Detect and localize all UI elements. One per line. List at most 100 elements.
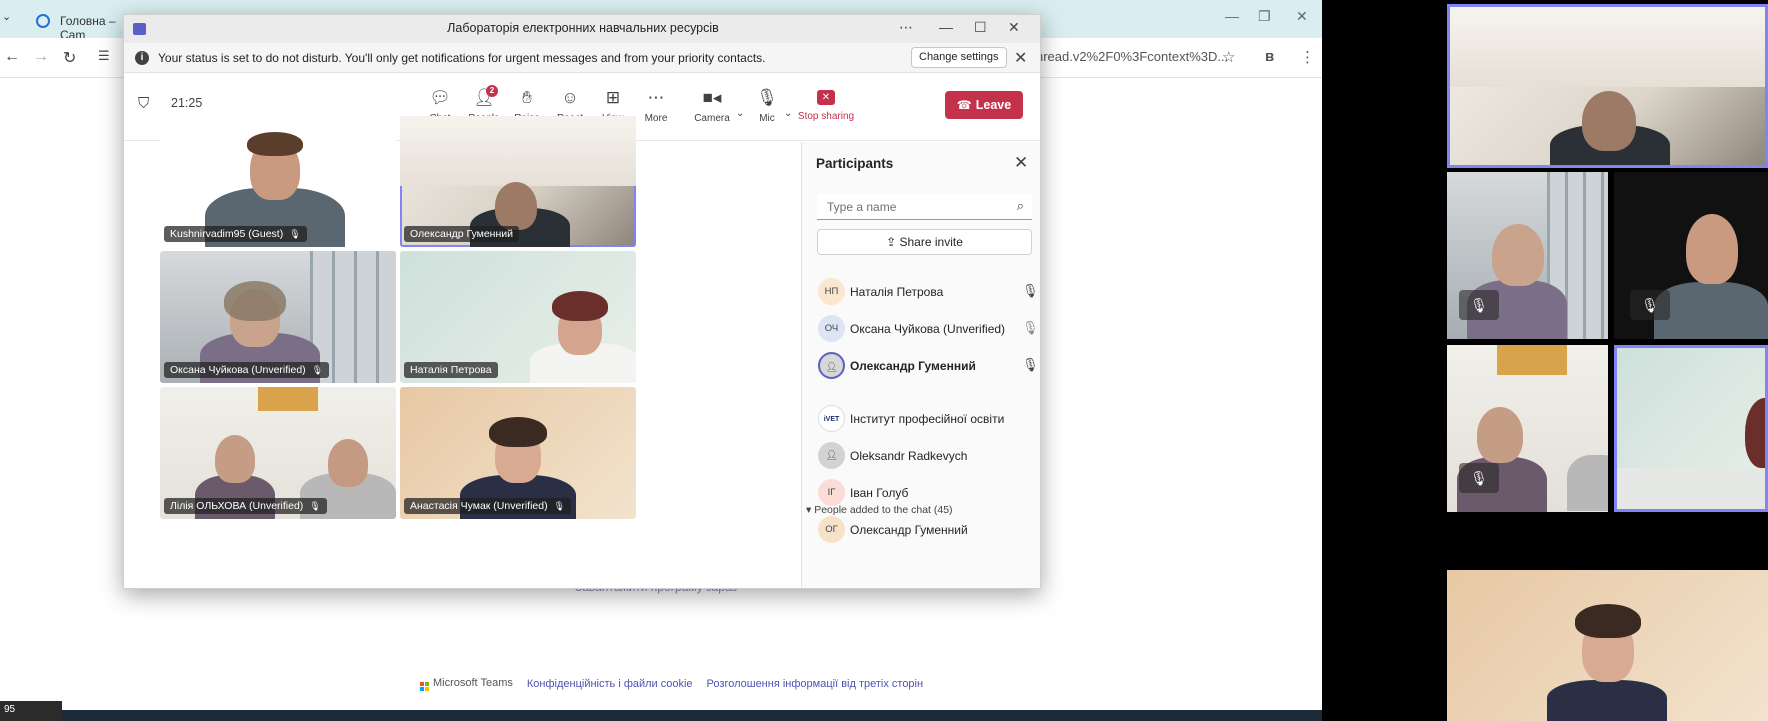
chat-icon: 💬︎ <box>429 88 451 107</box>
participant-name: Інститут професійної освіти <box>850 412 1005 426</box>
video-tile[interactable]: Лілія ОЛЬХОВА (Unverified) 🎙︎ <box>160 387 396 519</box>
address-bar[interactable]: hread.v2%2F0%3Fcontext%3D... <box>1036 49 1228 64</box>
participant-row[interactable]: ІГ Іван Голуб <box>816 475 1036 511</box>
privacy-link[interactable]: Конфіденційність і файли cookie <box>527 678 693 690</box>
change-settings-button[interactable]: Change settings <box>911 47 1007 68</box>
participant-name-label: Kushnirvadim95 (Guest) 🎙︎ <box>164 226 307 242</box>
participant-row[interactable]: 👤︎ Oleksandr Radkevych <box>816 438 1036 474</box>
video-tile-active-speaker[interactable]: Олександр Гуменний <box>400 116 636 247</box>
participant-name-label: Лілія ОЛЬХОВА (Unverified) 🎙︎ <box>164 498 327 514</box>
mic-off-icon: 🎙︎ <box>309 501 321 511</box>
gallery-tile[interactable] <box>1614 345 1768 512</box>
mic-options-chevron-icon[interactable]: ⌄ <box>784 108 792 119</box>
share-icon: ⇪ <box>886 235 900 249</box>
desk-background <box>1617 468 1765 509</box>
participant-row[interactable]: ОЧ Оксана Чуйкова (Unverified) 🎙︎ <box>816 311 1039 347</box>
person-hair <box>224 281 286 321</box>
maximize-icon[interactable]: ☐ <box>974 19 987 36</box>
participant-row[interactable]: iVET Інститут професійної освіти <box>816 401 1036 437</box>
participant-name: Наталія Петрова <box>850 285 944 299</box>
maximize-icon[interactable]: ❐ <box>1258 8 1271 25</box>
mic-on-icon: 🎙︎ <box>1022 283 1039 298</box>
participant-name: Оксана Чуйкова (Unverified) <box>850 322 1006 336</box>
participant-name: Олександр Гуменний <box>850 523 968 537</box>
participant-row[interactable]: ОГ Олександр Гуменний <box>816 512 1036 548</box>
avatar-photo: 👤︎ <box>818 352 845 379</box>
video-tile[interactable]: Анастасія Чумак (Unverified) 🎙︎ <box>400 387 636 519</box>
reload-icon[interactable]: ↻ <box>63 48 76 68</box>
avatar: ІГ <box>818 479 845 506</box>
chevron-down-icon: ▾ <box>806 504 812 516</box>
browser-menu-icon[interactable]: ⋮ <box>1300 48 1315 66</box>
shield-icon: ⛉ <box>138 95 150 112</box>
gallery-tile[interactable]: 🎙︎ <box>1447 172 1608 339</box>
participant-row-self[interactable]: 👤︎ Олександр Гуменний 🎙︎ <box>816 348 1039 384</box>
gallery-tile[interactable]: 🎙︎ <box>1447 345 1608 512</box>
more-button[interactable]: ⋯ More <box>634 87 678 124</box>
participant-name: Oleksandr Radkevych <box>850 449 968 463</box>
person-head <box>1582 91 1636 151</box>
camera-button[interactable]: ■◂ Camera <box>690 87 734 124</box>
mic-button[interactable]: 🎙︎ Mic <box>745 87 789 124</box>
mic-off-icon: 🎙︎ <box>289 229 301 239</box>
avatar: ОГ <box>818 516 845 543</box>
close-window-icon[interactable]: ✕ <box>1008 19 1020 36</box>
dismiss-banner-icon[interactable]: ✕ <box>1014 48 1027 68</box>
wall-picture <box>1497 345 1567 375</box>
microsoft-logo-icon <box>420 682 429 691</box>
third-party-link[interactable]: Розголошення інформації від третіх сторі… <box>707 678 924 690</box>
mic-off-icon: 🎙︎ <box>1630 290 1670 320</box>
person-head <box>1477 407 1523 463</box>
avatar-logo: iVET <box>818 405 845 432</box>
bookmark-star-icon[interactable]: ☆ <box>1222 48 1235 66</box>
camera-icon: ■◂ <box>702 88 722 107</box>
gallery-tile[interactable] <box>1447 570 1768 721</box>
gallery-tile[interactable]: 🎙︎ <box>1614 172 1768 339</box>
page-footer: Microsoft Teams Конфіденційність і файли… <box>420 677 923 691</box>
more-options-icon[interactable]: ⋯ <box>899 19 913 36</box>
back-icon[interactable]: ← <box>4 48 20 66</box>
person-body <box>1654 282 1768 339</box>
participant-search-input[interactable]: Type a name ⌕ <box>817 194 1032 220</box>
participant-name-label: Анастасія Чумак (Unverified) 🎙︎ <box>404 498 572 514</box>
person-hair <box>552 291 608 321</box>
camera-options-chevron-icon[interactable]: ⌄ <box>736 108 744 119</box>
mic-off-icon: 🎙︎ <box>553 501 566 511</box>
stop-sharing-button[interactable]: ✕ Stop sharing <box>794 87 858 122</box>
minimize-icon[interactable]: — <box>939 19 953 35</box>
share-invite-button[interactable]: ⇪ Share invite <box>817 229 1032 255</box>
teams-meeting-window: Лабораторія електронних навчальних ресур… <box>123 14 1041 589</box>
site-settings-icon[interactable]: ☰ <box>98 48 110 64</box>
person-icon: 👤︎ <box>825 450 838 461</box>
minimize-icon[interactable]: — <box>1225 8 1239 24</box>
person-hair <box>489 417 547 447</box>
mic-off-icon: 🎙︎ <box>1459 463 1499 493</box>
video-tile[interactable]: Kushnirvadim95 (Guest) 🎙︎ <box>160 116 396 247</box>
gallery-tile-active-speaker[interactable] <box>1447 4 1768 168</box>
video-tile[interactable]: Наталія Петрова <box>400 251 636 383</box>
participant-name-label: Олександр Гуменний <box>404 226 520 242</box>
wall-picture <box>258 387 318 411</box>
mic-off-icon: 🎙︎ <box>756 88 778 107</box>
person-head <box>1686 214 1738 284</box>
avatar: НП <box>818 278 845 305</box>
person-head <box>215 435 255 483</box>
person-hair <box>1575 604 1641 638</box>
mic-off-icon: 🎙︎ <box>311 365 324 375</box>
people-badge: 2 <box>486 85 498 97</box>
forward-icon[interactable]: → <box>33 48 49 66</box>
browser-tab[interactable]: Головна – Cam <box>26 5 126 42</box>
smiley-icon: ☺ <box>561 88 579 107</box>
person-hair <box>1745 398 1765 468</box>
video-tile[interactable]: Оксана Чуйкова (Unverified) 🎙︎ <box>160 251 396 383</box>
participant-row[interactable]: НП Наталія Петрова 🎙︎ <box>816 274 1039 310</box>
tab-list-dropdown-icon[interactable]: ⌄ <box>2 10 11 23</box>
leave-button[interactable]: ☎ Leave <box>945 91 1023 119</box>
more-dots-icon: ⋯ <box>647 88 665 107</box>
hand-icon: ✋︎ <box>522 88 532 107</box>
close-icon[interactable]: ✕ <box>1296 8 1308 25</box>
close-panel-icon[interactable]: ✕ <box>1014 153 1028 173</box>
person-body <box>1547 680 1667 721</box>
extension-icon[interactable]: ʙ <box>1265 48 1274 65</box>
meeting-timer: 21:25 <box>171 96 203 110</box>
